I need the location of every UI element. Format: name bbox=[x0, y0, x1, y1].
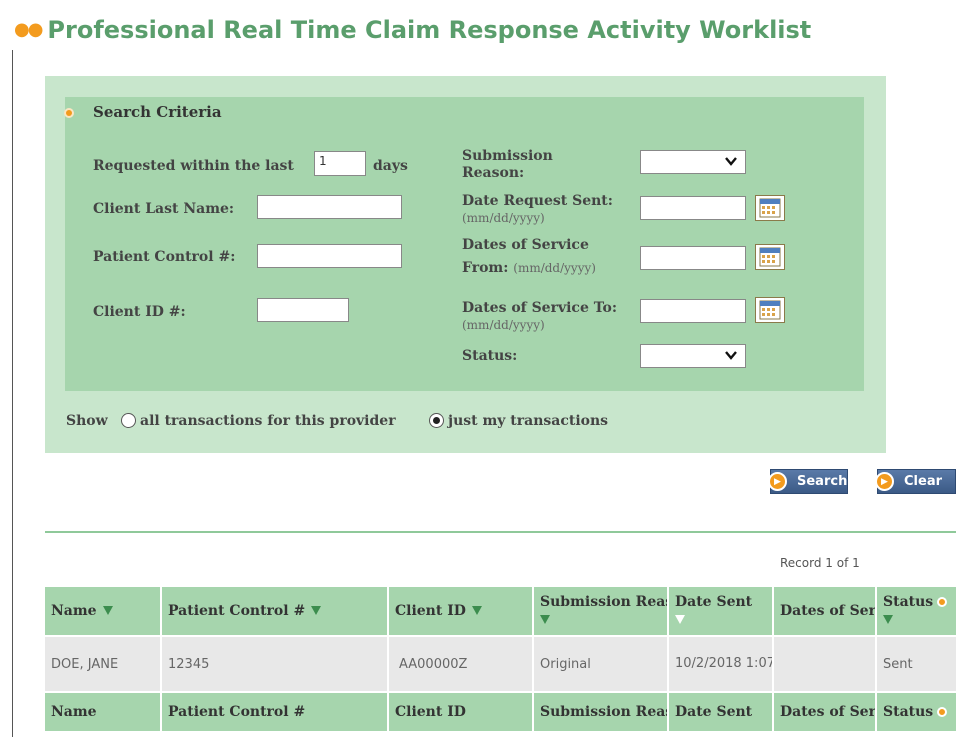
page-title: ●● Professional Real Time Claim Response … bbox=[14, 16, 812, 44]
dos-from-label: Dates of Service From: (mm/dd/yyyy) bbox=[462, 237, 596, 276]
patient-control-label: Patient Control #: bbox=[93, 249, 236, 265]
column-header-dates-of-service[interactable]: Dates of Service bbox=[772, 585, 877, 637]
date-request-sent-label: Date Request Sent: (mm/dd/yyyy) bbox=[462, 193, 613, 225]
show-label: Show bbox=[66, 413, 108, 429]
sort-arrow-icon bbox=[311, 606, 322, 615]
column-header-status[interactable]: Status bbox=[875, 585, 956, 637]
client-last-name-label: Client Last Name: bbox=[93, 201, 235, 217]
cell-status: Sent bbox=[875, 635, 956, 693]
footer-status: Status bbox=[875, 691, 956, 733]
arrow-right-icon: ▶ bbox=[875, 472, 894, 491]
status-label: Status: bbox=[462, 348, 518, 364]
column-header-client-id[interactable]: Client ID bbox=[387, 585, 534, 637]
dos-from-input[interactable] bbox=[640, 246, 746, 270]
radio-all-transactions[interactable] bbox=[121, 413, 136, 428]
column-header-name[interactable]: Name bbox=[43, 585, 162, 637]
sort-arrow-icon bbox=[102, 606, 113, 615]
column-header-date-sent[interactable]: Date Sent bbox=[667, 585, 774, 637]
title-dots-icon: ●● bbox=[14, 19, 43, 40]
calendar-icon[interactable] bbox=[755, 297, 785, 323]
submission-reason-label: Submission Reason: bbox=[462, 148, 553, 181]
footer-dates-of-service: Dates of Service bbox=[772, 691, 877, 733]
dos-to-input[interactable] bbox=[640, 299, 746, 323]
record-count: Record 1 of 1 bbox=[780, 556, 860, 570]
client-id-label: Client ID #: bbox=[93, 304, 186, 320]
cell-patient-control: 12345 bbox=[160, 635, 389, 693]
calendar-icon[interactable] bbox=[755, 244, 785, 270]
status-indicator-icon bbox=[937, 597, 948, 607]
search-criteria-heading: Search Criteria bbox=[93, 103, 222, 121]
footer-patient-control: Patient Control # bbox=[160, 691, 389, 733]
footer-date-sent: Date Sent bbox=[667, 691, 774, 733]
clear-button[interactable]: ▶ Clear bbox=[875, 469, 956, 494]
left-border bbox=[12, 50, 13, 737]
column-header-submission-reason[interactable]: Submission Reason bbox=[532, 585, 669, 637]
column-header-patient-control[interactable]: Patient Control # bbox=[160, 585, 389, 637]
submission-reason-select[interactable] bbox=[640, 150, 746, 174]
patient-control-input[interactable] bbox=[257, 244, 402, 268]
table-row[interactable]: DOE, JANE 12345 AA00000Z Original 10/2/2… bbox=[43, 635, 956, 693]
sort-arrow-icon bbox=[540, 614, 550, 624]
chevron-down-icon bbox=[725, 351, 737, 360]
cell-dates-of-service bbox=[772, 635, 877, 693]
search-button[interactable]: ▶ Search bbox=[768, 469, 848, 494]
section-bullet-icon bbox=[66, 110, 72, 116]
results-table: Name Patient Control # Client ID Submiss… bbox=[43, 585, 956, 733]
calendar-icon[interactable] bbox=[755, 195, 785, 221]
cell-date-sent: 10/2/2018 1:07:15 PM bbox=[667, 635, 774, 693]
requested-days-input[interactable]: 1 bbox=[314, 151, 366, 176]
footer-submission-reason: Submission Reason bbox=[532, 691, 669, 733]
requested-within-label: Requested within the last bbox=[93, 158, 294, 174]
cell-client-id: AA00000Z bbox=[387, 635, 534, 693]
sort-arrow-icon bbox=[675, 614, 685, 624]
footer-name: Name bbox=[43, 691, 162, 733]
sort-arrow-icon bbox=[471, 606, 482, 615]
radio-my-transactions[interactable] bbox=[429, 413, 444, 428]
cell-submission-reason: Original bbox=[532, 635, 669, 693]
dos-to-label: Dates of Service To: (mm/dd/yyyy) bbox=[462, 300, 618, 332]
client-id-input[interactable] bbox=[257, 298, 349, 322]
cell-name: DOE, JANE bbox=[43, 635, 162, 693]
client-last-name-input[interactable] bbox=[257, 195, 402, 219]
table-footer-row: Name Patient Control # Client ID Submiss… bbox=[43, 691, 956, 733]
status-indicator-icon bbox=[937, 706, 948, 717]
date-request-sent-input[interactable] bbox=[640, 196, 746, 220]
chevron-down-icon bbox=[725, 157, 737, 166]
radio-all-label: all transactions for this provider bbox=[140, 413, 396, 429]
footer-client-id: Client ID bbox=[387, 691, 534, 733]
arrow-right-icon: ▶ bbox=[768, 472, 787, 491]
table-header-row: Name Patient Control # Client ID Submiss… bbox=[43, 585, 956, 637]
days-label: days bbox=[373, 158, 408, 174]
section-divider bbox=[45, 531, 956, 533]
sort-arrow-icon bbox=[883, 614, 893, 624]
status-select[interactable] bbox=[640, 344, 746, 368]
radio-mine-label: just my transactions bbox=[448, 413, 609, 429]
